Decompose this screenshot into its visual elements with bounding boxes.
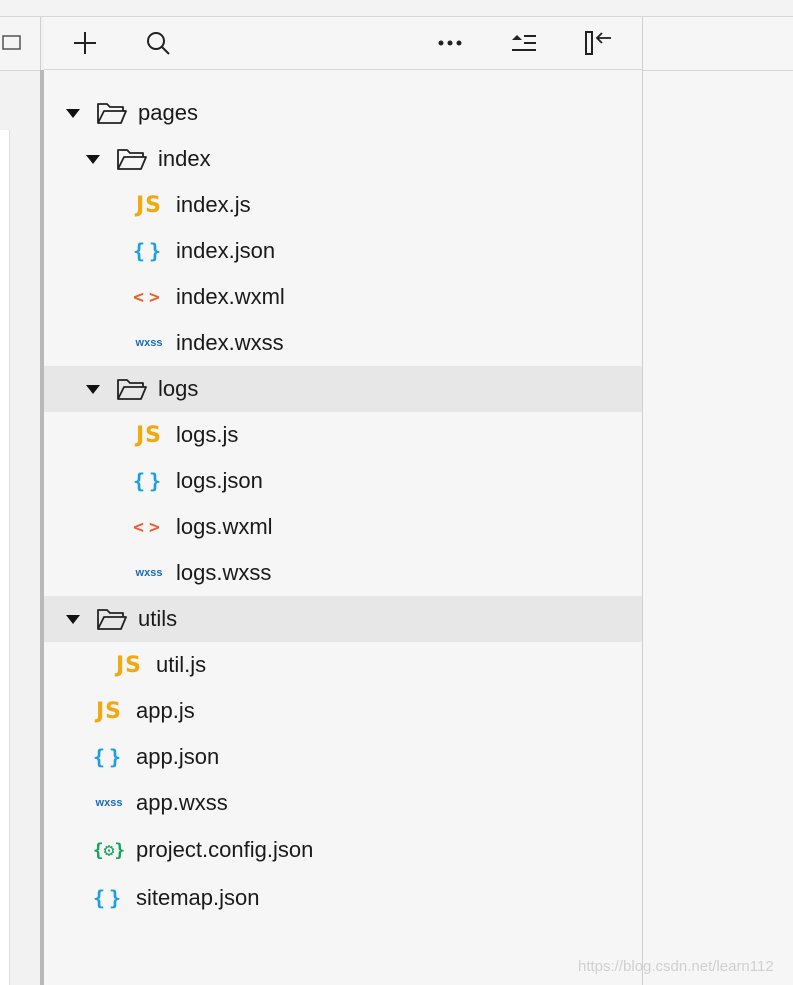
js-file-icon: JS <box>135 422 163 448</box>
tree-file-logs-json[interactable]: {} logs.json <box>44 458 642 504</box>
sidebar-collapse-icon <box>585 31 611 55</box>
tree-file-util-js[interactable]: JS util.js <box>44 642 642 688</box>
more-button[interactable] <box>434 27 466 59</box>
json-file-icon: {} <box>132 469 166 493</box>
expanded-arrow-icon[interactable] <box>86 384 100 394</box>
expanded-arrow-icon[interactable] <box>86 154 100 164</box>
folder-label: utils <box>138 606 178 631</box>
search-button[interactable] <box>142 27 174 59</box>
tree-file-logs-js[interactable]: JS logs.js <box>44 412 642 458</box>
file-label: app.wxss <box>136 790 228 815</box>
wxss-file-icon: wxss <box>135 567 163 579</box>
tree-folder-index[interactable]: index <box>44 136 642 182</box>
expanded-arrow-icon[interactable] <box>66 108 80 118</box>
plus-icon <box>74 32 96 54</box>
expanded-arrow-icon[interactable] <box>66 614 80 624</box>
file-label: sitemap.json <box>136 885 260 910</box>
tree-file-logs-wxml[interactable]: <> logs.wxml <box>44 504 642 550</box>
explorer-toolbar <box>44 17 642 70</box>
file-label: app.json <box>136 744 220 769</box>
json-file-icon: {} <box>92 745 126 769</box>
tree-file-app-js[interactable]: JS app.js <box>44 688 642 734</box>
folder-open-icon <box>116 377 148 401</box>
json-file-icon: {} <box>132 239 166 263</box>
json-file-icon: {} <box>92 886 126 910</box>
window-icon[interactable] <box>2 34 22 52</box>
more-icon <box>438 40 462 46</box>
wxss-file-icon: wxss <box>135 337 163 349</box>
right-toolbar <box>643 17 793 71</box>
collapse-all-button[interactable] <box>508 27 540 59</box>
tree-file-project-config[interactable]: {⚙} project.config.json <box>44 826 642 874</box>
js-file-icon: JS <box>135 192 163 218</box>
tree-folder-utils[interactable]: utils <box>44 596 642 642</box>
wxml-file-icon: <> <box>133 286 165 308</box>
tree-folder-logs[interactable]: logs <box>44 366 642 412</box>
hide-sidebar-button[interactable] <box>582 27 614 59</box>
tree-file-index-json[interactable]: {} index.json <box>44 228 642 274</box>
js-file-icon: JS <box>95 698 123 724</box>
tree-file-index-wxml[interactable]: <> index.wxml <box>44 274 642 320</box>
wxss-file-icon: wxss <box>95 797 123 809</box>
file-label: project.config.json <box>136 837 314 862</box>
folder-open-icon <box>96 607 128 631</box>
config-file-icon: {⚙} <box>92 839 126 861</box>
add-button[interactable] <box>69 27 101 59</box>
folder-open-icon <box>96 101 128 125</box>
search-icon <box>147 32 170 55</box>
file-explorer: pages index JS index.js {} index.json <>… <box>44 17 643 985</box>
file-label: logs.wxml <box>176 514 273 539</box>
window-top-bar <box>0 0 793 17</box>
editor-pane-edge <box>0 130 10 985</box>
wxml-file-icon: <> <box>133 516 165 538</box>
folder-label: index <box>158 146 211 171</box>
right-pane <box>643 17 793 985</box>
folder-label: logs <box>158 376 199 401</box>
tree-file-logs-wxss[interactable]: wxss logs.wxss <box>44 550 642 596</box>
left-toolbar <box>0 17 40 71</box>
file-label: util.js <box>156 652 207 677</box>
tree-file-sitemap[interactable]: {} sitemap.json <box>44 874 642 922</box>
tree-file-app-json[interactable]: {} app.json <box>44 734 642 780</box>
file-label: logs.js <box>176 422 239 447</box>
file-label: index.js <box>176 192 251 217</box>
file-label: app.js <box>136 698 195 723</box>
folder-open-icon <box>116 147 148 171</box>
tree-file-app-wxss[interactable]: wxss app.wxss <box>44 780 642 826</box>
watermark: https://blog.csdn.net/learn112 <box>578 958 774 975</box>
folder-label: pages <box>138 100 198 125</box>
tree-file-index-js[interactable]: JS index.js <box>44 182 642 228</box>
file-label: index.wxss <box>176 330 284 355</box>
tree-folder-pages[interactable]: pages <box>44 90 642 136</box>
collapse-icon <box>512 35 536 51</box>
left-panel <box>0 17 41 985</box>
file-label: index.json <box>176 238 276 263</box>
file-tree: pages index JS index.js {} index.json <>… <box>44 90 642 922</box>
tree-file-index-wxss[interactable]: wxss index.wxss <box>44 320 642 366</box>
file-label: logs.json <box>176 468 263 493</box>
js-file-icon: JS <box>115 652 143 678</box>
file-label: logs.wxss <box>176 560 272 585</box>
file-label: index.wxml <box>176 284 285 309</box>
